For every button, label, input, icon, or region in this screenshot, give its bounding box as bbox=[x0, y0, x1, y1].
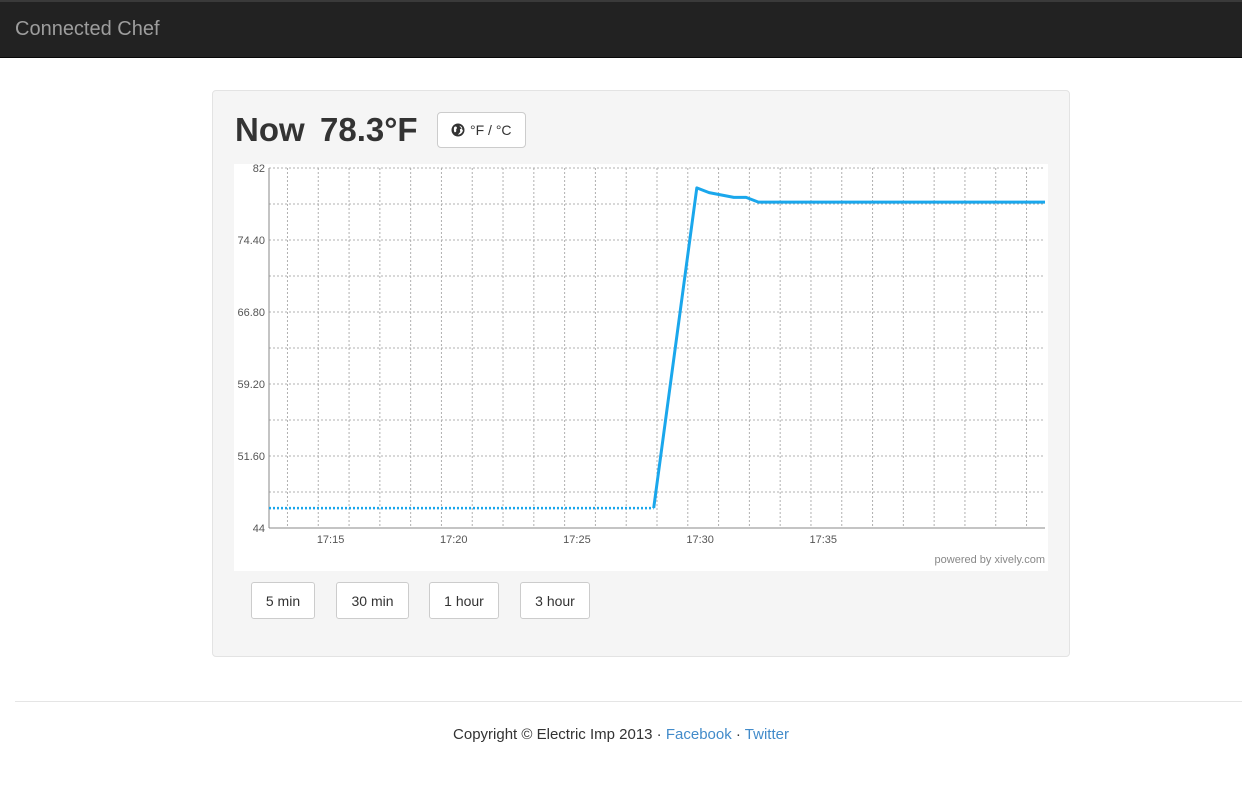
facebook-link[interactable]: Facebook bbox=[666, 726, 732, 743]
chart-x-tick-label: 17:25 bbox=[563, 534, 591, 546]
globe-icon bbox=[451, 123, 465, 137]
twitter-link[interactable]: Twitter bbox=[745, 726, 789, 743]
now-label: Now bbox=[235, 111, 305, 148]
footer: Copyright © Electric Imp 2013 · Facebook… bbox=[0, 726, 1242, 743]
copyright-text: Copyright © Electric Imp 2013 · bbox=[453, 726, 666, 743]
chart-y-tick-label: 82 bbox=[253, 164, 265, 175]
range-5-min-button[interactable]: 5 min bbox=[251, 582, 315, 619]
chart-x-tick-label: 17:30 bbox=[686, 534, 714, 546]
chart-y-tick-label: 74.40 bbox=[237, 235, 265, 247]
navbar: Connected Chef bbox=[0, 0, 1242, 58]
range-30-min-button[interactable]: 30 min bbox=[336, 582, 409, 619]
footer-divider bbox=[15, 701, 1242, 702]
unit-toggle-button[interactable]: °F / °C bbox=[437, 112, 526, 148]
footer-separator: · bbox=[731, 726, 745, 743]
chart-y-tick-label: 51.60 bbox=[237, 451, 265, 463]
temperature-chart: 82 74.40 66.80 59.20 51.60 44 17:15 17:20 17:25 1… bbox=[234, 164, 1048, 571]
chart-svg: 82 74.40 66.80 59.20 51.60 44 17:15 17:20 17:25 1… bbox=[237, 164, 1045, 566]
chart-x-tick-label: 17:35 bbox=[810, 534, 838, 546]
chart-x-tick-label: 17:20 bbox=[440, 534, 468, 546]
current-temperature: 78.3°F bbox=[320, 111, 418, 148]
chart-credit: powered by xively.com bbox=[935, 554, 1045, 566]
range-1-hour-button[interactable]: 1 hour bbox=[429, 582, 499, 619]
range-3-hour-button[interactable]: 3 hour bbox=[520, 582, 590, 619]
chart-y-tick-label: 59.20 bbox=[237, 379, 265, 391]
chart-x-tick-label: 17:15 bbox=[317, 534, 345, 546]
brand-link[interactable]: Connected Chef bbox=[15, 18, 160, 41]
chart-y-tick-label: 66.80 bbox=[237, 307, 265, 319]
unit-toggle-label: °F / °C bbox=[470, 122, 512, 138]
chart-y-tick-label: 44 bbox=[253, 523, 265, 535]
temperature-panel: Now 78.3°F °F / °C 82 74.40 66.80 59.20 51.6… bbox=[212, 90, 1070, 657]
